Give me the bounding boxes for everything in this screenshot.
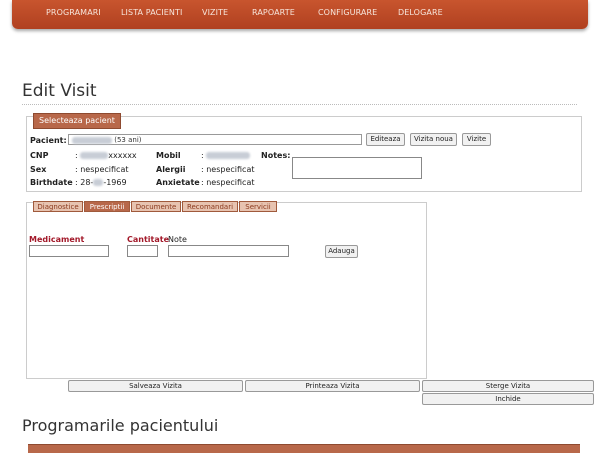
tab-prescriptii[interactable]: Prescriptii <box>84 201 130 212</box>
tab-documente[interactable]: Documente <box>131 201 181 212</box>
birthdate-year: -1969 <box>103 178 127 187</box>
notes-label: Notes: <box>261 151 291 160</box>
sex-value: : nespecificat <box>75 165 129 174</box>
anxietate-label: Anxietate <box>156 178 200 187</box>
medicament-label: Medicament <box>29 235 85 244</box>
birthdate-value: : 28- -1969 <box>75 178 127 187</box>
birthdate-label: Birthdate <box>30 178 73 187</box>
nav-delogare[interactable]: DELOGARE <box>398 8 443 17</box>
nav-configurare[interactable]: CONFIGURARE <box>318 8 377 17</box>
cnp-redacted <box>80 152 109 159</box>
sex-label: Sex <box>30 165 47 174</box>
medicament-input[interactable] <box>29 245 109 257</box>
mobil-value: : <box>201 151 251 160</box>
note-label: Note <box>168 235 187 244</box>
page-title: Edit Visit <box>22 81 97 101</box>
anxietate-value: : nespecificat <box>201 178 255 187</box>
print-visit-button[interactable]: Printeaza Vizita <box>245 380 420 392</box>
mobil-colon: : <box>201 151 204 160</box>
edit-patient-button[interactable]: Editeaza <box>366 133 405 146</box>
appointments-title: Programarile pacientului <box>22 416 219 435</box>
tab-recomandari[interactable]: Recomandari <box>182 201 238 212</box>
cnp-colon: : <box>75 151 78 160</box>
cnp-label: CNP <box>30 151 49 160</box>
title-divider <box>22 104 577 105</box>
cantitate-label: Cantitate <box>127 235 170 244</box>
add-prescription-button[interactable]: Adauga <box>325 245 358 258</box>
tabs-panel <box>26 202 427 379</box>
notes-textarea[interactable] <box>292 157 422 179</box>
tab-diagnostice[interactable]: Diagnostice <box>33 201 83 212</box>
nav-programari[interactable]: PROGRAMARI <box>46 8 101 17</box>
patient-field[interactable]: (53 ani) <box>68 134 362 145</box>
patient-age: (53 ani) <box>114 136 142 144</box>
mobil-redacted <box>206 152 251 159</box>
nav-rapoarte[interactable]: RAPOARTE <box>252 8 295 17</box>
tab-servicii[interactable]: Servicii <box>239 201 277 212</box>
cnp-value: : xxxxxx <box>75 151 137 160</box>
birthdate-prefix: : 28- <box>75 178 94 187</box>
save-visit-button[interactable]: Salveaza Vizita <box>68 380 243 392</box>
nav-lista-pacienti[interactable]: LISTA PACIENTI <box>121 8 182 17</box>
close-button[interactable]: Inchide <box>422 393 594 405</box>
cnp-suffix: xxxxxx <box>108 151 137 160</box>
mobil-label: Mobil <box>156 151 181 160</box>
select-patient-button[interactable]: Selecteaza pacient <box>33 113 121 129</box>
appointments-table-header <box>28 444 580 453</box>
top-navbar: PROGRAMARI LISTA PACIENTI VIZITE RAPOART… <box>12 0 588 29</box>
patient-name-redacted <box>72 136 112 144</box>
new-visit-button[interactable]: Vizita noua <box>410 133 457 146</box>
alergii-value: : nespecificat <box>201 165 255 174</box>
nav-vizite[interactable]: VIZITE <box>202 8 228 17</box>
alergii-label: Alergii <box>156 165 186 174</box>
delete-visit-button[interactable]: Sterge Vizita <box>422 380 594 392</box>
visits-button[interactable]: Vizite <box>462 133 491 146</box>
cantitate-input[interactable] <box>127 245 158 257</box>
patient-label: Pacient: <box>30 136 67 145</box>
note-input[interactable] <box>168 245 289 257</box>
birthdate-redacted <box>93 179 104 186</box>
